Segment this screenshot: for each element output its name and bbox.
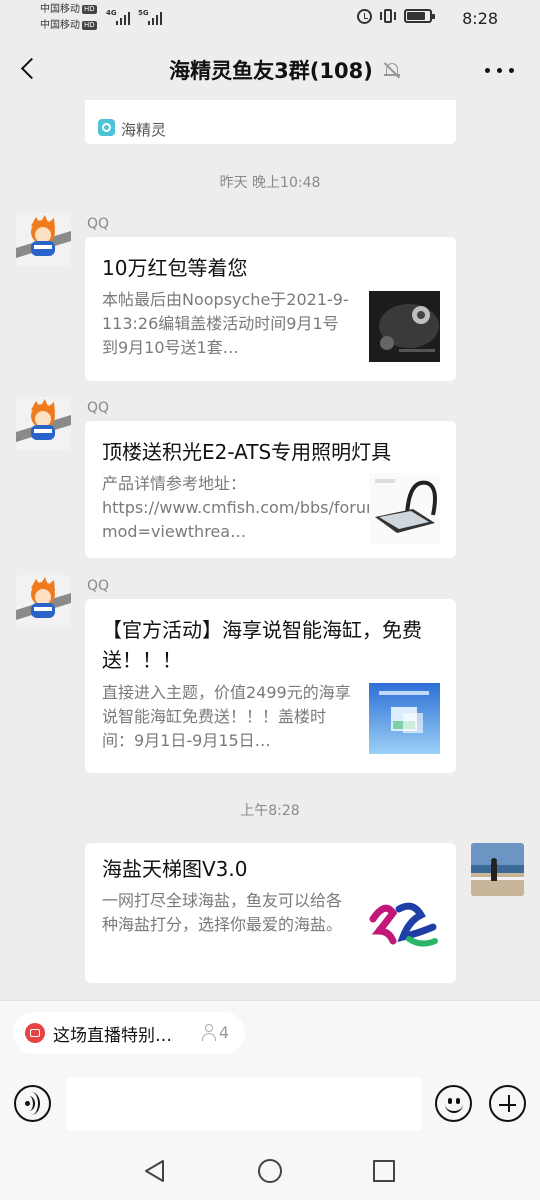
carrier-label-1: 中国移动 HD (40, 4, 97, 15)
sender-name: QQ (87, 216, 110, 232)
card-title: 海盐天梯图V3.0 (102, 857, 248, 881)
nav-back-icon[interactable] (143, 1159, 167, 1183)
live-stream-banner[interactable]: 这场直播特别… 4 (13, 1012, 245, 1054)
time-separator: 上午8:28 (240, 803, 300, 819)
voice-input-icon[interactable] (14, 1085, 51, 1122)
card-description: 本帖最后由Noopsyche于2021-9-113:26编辑盖楼活动时间9月1号… (102, 290, 349, 357)
live-tv-icon (25, 1023, 45, 1043)
card-title: 顶楼送积光E2-ATS专用照明灯具 (102, 440, 392, 464)
live-stream-text: 这场直播特别… (53, 1025, 172, 1046)
message-input[interactable] (66, 1078, 422, 1130)
my-avatar[interactable] (471, 843, 524, 896)
system-nav-bar (0, 1140, 540, 1200)
card-thumbnail (369, 473, 440, 544)
live-viewer-count: 4 (201, 1023, 229, 1042)
signal-icon (116, 9, 130, 25)
vibrate-icon (380, 8, 396, 24)
chat-header: 海精灵鱼友3群(108) (0, 38, 540, 100)
sender-name: QQ (87, 400, 110, 416)
alarm-icon (357, 8, 372, 24)
mute-bell-icon (383, 61, 401, 79)
bottom-panel: 这场直播特别… 4 (0, 1000, 540, 1200)
card-thumbnail (369, 891, 440, 962)
link-card-message[interactable]: 10万红包等着您 本帖最后由Noopsyche于2021-9-113:26编辑盖… (85, 237, 456, 381)
status-icons (357, 8, 435, 24)
sender-name: QQ (87, 578, 110, 594)
person-icon (201, 1024, 217, 1041)
nav-recent-apps-icon[interactable] (373, 1160, 395, 1182)
card-description: 一网打尽全球海盐，鱼友可以给各种海盐打分，选择你最爱的海盐。 (102, 891, 343, 934)
card-thumbnail (369, 683, 440, 754)
card-description: 直接进入主题，价值2499元的海享说智能海缸免费送！！！盖楼时间：9月1日-9月… (102, 683, 351, 750)
viewer-count-value: 4 (218, 1023, 229, 1042)
carrier-label-2: 中国移动 HD (40, 20, 97, 31)
signal-icon-2 (148, 9, 162, 25)
status-bar: 中国移动 HD 中国移动 HD 4G 5G 8:28 (0, 0, 540, 38)
avatar[interactable] (16, 397, 71, 450)
card-title: 10万红包等着您 (102, 256, 248, 280)
more-options-icon[interactable] (485, 68, 514, 73)
link-card-message[interactable]: 顶楼送积光E2-ATS专用照明灯具 产品详情参考地址：https://www.c… (85, 421, 456, 558)
link-card-message[interactable]: 【官方活动】海享说智能海缸，免费送！！！ 直接进入主题，价值2499元的海享说智… (85, 599, 456, 773)
chat-messages[interactable]: 海精灵 昨天 晚上10:48 QQ 10万红包等着您 本帖最后由Noopsych… (0, 100, 540, 1000)
clock: 8:28 (462, 9, 498, 28)
avatar[interactable] (16, 213, 71, 266)
battery-icon (404, 9, 435, 23)
link-card-message[interactable]: 海盐天梯图V3.0 一网打尽全球海盐，鱼友可以给各种海盐打分，选择你最爱的海盐。 (85, 843, 456, 983)
avatar[interactable] (16, 575, 71, 628)
chat-title-container: 海精灵鱼友3群(108) (0, 55, 540, 85)
card-description: 产品详情参考地址：https://www.cmfish.com/bbs/foru… (102, 474, 426, 541)
nav-home-icon[interactable] (258, 1159, 282, 1183)
card-source-label: 海精灵 (121, 121, 167, 139)
chat-title: 海精灵鱼友3群(108) (169, 59, 373, 83)
card-thumbnail (369, 291, 440, 362)
haijingling-app-icon (98, 119, 115, 136)
card-title: 【官方活动】海享说智能海缸，免费送！！！ (102, 618, 422, 672)
previous-card-footer[interactable]: 海精灵 (85, 100, 456, 144)
emoji-icon[interactable] (435, 1085, 472, 1122)
time-separator: 昨天 晚上10:48 (219, 175, 321, 191)
plus-icon[interactable] (489, 1085, 526, 1122)
